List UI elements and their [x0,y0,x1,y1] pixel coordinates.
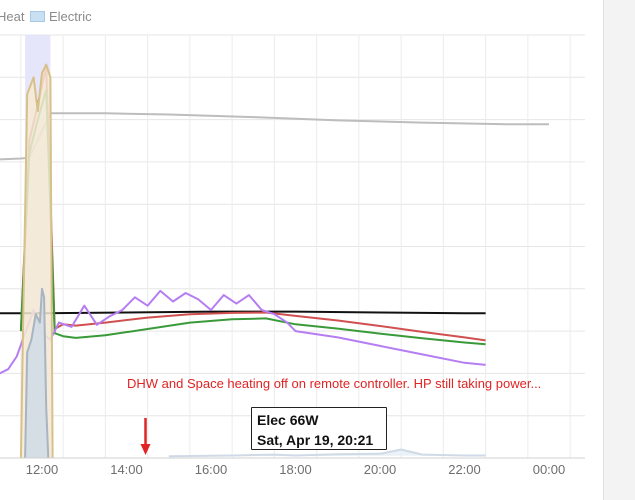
x-tick-label: 22:00 [448,462,481,477]
series-7-line [168,448,486,458]
annotation-arrow-head [140,444,151,455]
x-tick-label: 20:00 [363,462,397,477]
x-tick-label: 14:00 [110,462,143,477]
series-3-line [19,89,486,346]
x-tick-label: 00:00 [532,462,566,477]
annotation-note: DHW and Space heating off on remote cont… [127,376,542,391]
x-tick-label: 12:00 [25,462,59,477]
tooltip-timestamp: Sat, Apr 19, 20:21 [257,432,374,448]
tooltip-value: Elec 66W [257,412,319,428]
x-tick-label: 18:00 [279,462,312,477]
x-tick-label: 16:00 [194,462,228,477]
chart-tooltip: Elec 66W Sat, Apr 19, 20:21 [251,407,387,450]
series-4-line [0,289,486,375]
